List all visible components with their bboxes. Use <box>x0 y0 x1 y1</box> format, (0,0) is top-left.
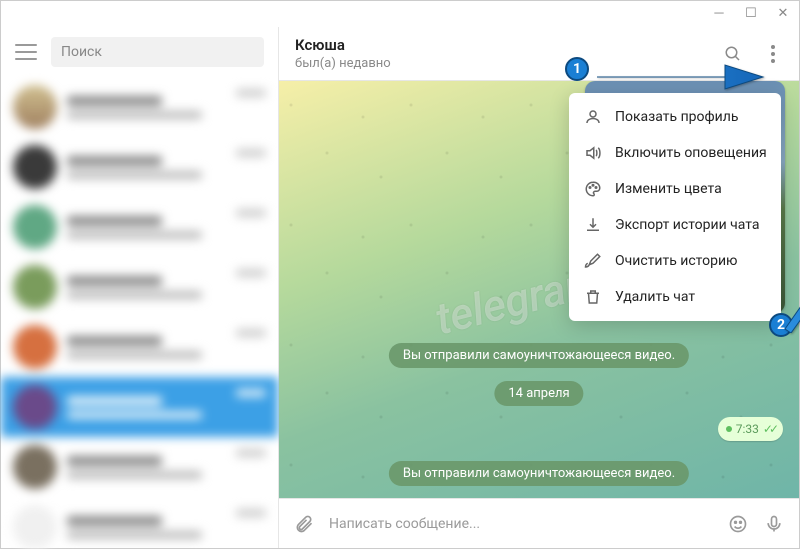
chat-title[interactable]: Ксюша <box>295 36 723 54</box>
message-input-bar: Написать сообщение... <box>279 498 799 548</box>
status-dot-icon <box>726 426 732 432</box>
voice-icon[interactable] <box>763 513 785 535</box>
chat-list <box>1 77 278 548</box>
hamburger-menu-icon[interactable] <box>15 44 37 60</box>
list-item[interactable] <box>1 197 278 257</box>
search-placeholder: Поиск <box>61 44 102 60</box>
list-item[interactable] <box>1 437 278 497</box>
menu-item-label: Показать профиль <box>615 109 738 125</box>
menu-item-label: Включить оповещения <box>615 145 767 161</box>
menu-delete-chat[interactable]: Удалить чат <box>569 279 781 315</box>
menu-clear-history[interactable]: Очистить историю <box>569 243 781 279</box>
list-item[interactable] <box>1 77 278 137</box>
main-panel: Ксюша был(а) недавно 👍 8:31 ✓✓ <box>279 27 799 548</box>
annotation-badge-1: 1 <box>565 57 589 81</box>
attach-icon[interactable] <box>293 513 315 535</box>
list-item[interactable] <box>1 137 278 197</box>
menu-enable-notifications[interactable]: Включить оповещения <box>569 135 781 171</box>
window-maximize[interactable]: ☐ <box>735 1 767 25</box>
read-checks-icon: ✓✓ <box>763 422 775 436</box>
annotation-arrow-2 <box>777 173 800 337</box>
menu-export-history[interactable]: Экспорт истории чата <box>569 207 781 243</box>
export-icon <box>583 215 603 235</box>
menu-change-colors[interactable]: Изменить цвета <box>569 171 781 207</box>
list-item[interactable] <box>1 317 278 377</box>
search-input[interactable]: Поиск <box>51 37 264 67</box>
more-options-icon[interactable] <box>763 44 783 64</box>
system-message: Вы отправили самоуничтожающееся видео. <box>389 461 689 486</box>
list-item[interactable] <box>1 497 278 548</box>
outgoing-message[interactable]: 7:33 ✓✓ <box>718 417 783 441</box>
menu-show-profile[interactable]: Показать профиль <box>569 99 781 135</box>
window-close[interactable]: ✕ <box>767 1 799 25</box>
menu-item-label: Удалить чат <box>615 289 695 305</box>
emoji-icon[interactable] <box>727 513 749 535</box>
date-chip: 14 апреля <box>494 381 583 406</box>
sound-icon <box>583 143 603 163</box>
list-item[interactable] <box>1 257 278 317</box>
annotation-arrow-1 <box>595 59 765 99</box>
message-time: 7:33 <box>736 422 759 436</box>
message-input[interactable]: Написать сообщение... <box>329 516 713 532</box>
window-minimize[interactable]: ─ <box>703 1 735 25</box>
chat-options-menu: Показать профиль Включить оповещения Изм… <box>569 93 781 321</box>
menu-item-label: Очистить историю <box>615 253 738 269</box>
system-message: Вы отправили самоуничтожающееся видео. <box>389 343 689 368</box>
list-item[interactable] <box>1 377 278 437</box>
profile-icon <box>583 107 603 127</box>
menu-item-label: Экспорт истории чата <box>615 217 760 233</box>
palette-icon <box>583 179 603 199</box>
window-controls: ─ ☐ ✕ <box>703 1 799 27</box>
brush-icon <box>583 251 603 271</box>
menu-item-label: Изменить цвета <box>615 181 722 197</box>
trash-icon <box>583 287 603 307</box>
sidebar: Поиск <box>1 27 279 548</box>
